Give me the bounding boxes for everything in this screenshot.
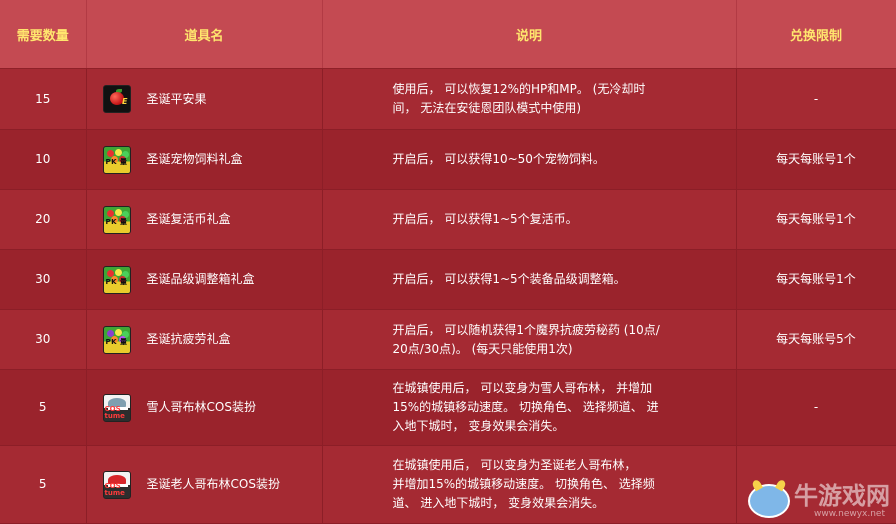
- item-name-cell: E 圣诞平安果: [86, 68, 323, 130]
- description-cell: 在城镇使用后， 可以变身为雪人哥布林， 并增加 15%的城镇移动速度。 切换角色…: [322, 369, 737, 446]
- item-name: 雪人哥布林COS装扮: [146, 400, 256, 414]
- limit-cell: -: [736, 68, 896, 130]
- site-watermark: 牛游戏网 www.newyx.net: [748, 483, 890, 519]
- apple-icon: E: [102, 85, 131, 113]
- item-name-cell: PK 量 圣诞抗疲劳礼盒: [86, 309, 323, 370]
- item-name: 圣诞老人哥布林COS装扮: [146, 477, 280, 491]
- description-line: 入地下城时， 变身效果会消失。: [392, 419, 565, 433]
- table-row: 30 PK 量 圣诞品级调整箱礼盒 开启后， 可以获得1~5个装备品级调整箱。 …: [0, 249, 896, 310]
- description-line: 在城镇使用后， 可以变身为圣诞老人哥布林，: [392, 458, 637, 472]
- header-qty: 需要数量: [0, 0, 87, 69]
- item-name: 圣诞品级调整箱礼盒: [146, 272, 255, 286]
- table-row: 5 COS tume 雪人哥布林COS装扮 在城镇使用后， 可以变身为雪人哥布林…: [0, 369, 896, 446]
- qty-cell: 5: [0, 445, 87, 524]
- description-line: 开启后， 可以获得10~50个宠物饲料。: [392, 152, 605, 166]
- item-name: 圣诞抗疲劳礼盒: [146, 332, 231, 346]
- cow-logo-icon: [748, 484, 790, 518]
- qty-cell: 30: [0, 249, 87, 310]
- qty-cell: 5: [0, 369, 87, 446]
- description-line: 并增加15%的城镇移动速度。 切换角色、 选择频: [392, 477, 655, 491]
- table-row: 10 PK 量 圣诞宠物饲料礼盒 开启后， 可以获得10~50个宠物饲料。 每天…: [0, 129, 896, 190]
- table-row: 30 PK 量 圣诞抗疲劳礼盒 开启后， 可以随机获得1个魔界抗疲劳秘药 (10…: [0, 309, 896, 370]
- description-cell: 在城镇使用后， 可以变身为圣诞老人哥布林， 并增加15%的城镇移动速度。 切换角…: [322, 445, 737, 524]
- limit-cell: 每天每账号1个: [736, 189, 896, 250]
- description-line: 20点/30点)。 (每天只能使用1次): [392, 341, 573, 356]
- item-name-cell: PK 量 圣诞复活币礼盒: [86, 189, 323, 250]
- table-header-row: 需要数量 道具名 说明 兑换限制: [0, 0, 896, 69]
- gift-box-icon: PK 量: [102, 205, 131, 234]
- limit-cell: 每天每账号1个: [736, 249, 896, 310]
- description-cell: 开启后， 可以获得10~50个宠物饲料。: [322, 129, 737, 190]
- exchange-table: 需要数量 道具名 说明 兑换限制 15 E 圣诞平安果 使用后， 可以恢复12%…: [0, 0, 896, 524]
- item-name: 圣诞平安果: [146, 91, 207, 106]
- description-line: 使用后， 可以恢复12%的HP和MP。 (无冷却时: [392, 82, 646, 96]
- description-line: 开启后， 可以获得1~5个复活币。: [392, 212, 578, 226]
- watermark-text: 牛游戏网: [794, 482, 890, 510]
- gift-box-icon: PK 量: [102, 145, 131, 174]
- description-cell: 使用后， 可以恢复12%的HP和MP。 (无冷却时 间， 无法在安徒恩团队模式中…: [322, 68, 737, 130]
- description-line: 道、 进入地下城时， 变身效果会消失。: [392, 496, 605, 510]
- description-cell: 开启后， 可以随机获得1个魔界抗疲劳秘药 (10点/ 20点/30点)。 (每天…: [322, 309, 737, 370]
- header-description: 说明: [322, 0, 737, 69]
- limit-cell: -: [736, 369, 896, 446]
- description-line: 在城镇使用后， 可以变身为雪人哥布林， 并增加: [392, 381, 653, 395]
- description-cell: 开启后， 可以获得1~5个复活币。: [322, 189, 737, 250]
- qty-cell: 15: [0, 68, 87, 130]
- qty-cell: 10: [0, 129, 87, 190]
- qty-cell: 30: [0, 309, 87, 370]
- costume-red-icon: COS tume: [102, 470, 131, 499]
- header-item-name: 道具名: [86, 0, 323, 69]
- gift-box-purple-icon: PK 量: [102, 325, 131, 354]
- costume-icon: COS tume: [102, 393, 131, 422]
- description-cell: 开启后， 可以获得1~5个装备品级调整箱。: [322, 249, 737, 310]
- description-line: 开启后， 可以随机获得1个魔界抗疲劳秘药 (10点/: [392, 322, 660, 337]
- description-line: 开启后， 可以获得1~5个装备品级调整箱。: [392, 272, 626, 286]
- gift-box-icon: PK 量: [102, 265, 131, 294]
- limit-cell: 每天每账号5个: [736, 309, 896, 370]
- item-name: 圣诞复活币礼盒: [146, 212, 231, 226]
- item-name-cell: COS tume 圣诞老人哥布林COS装扮: [86, 445, 323, 524]
- qty-cell: 20: [0, 189, 87, 250]
- item-name-cell: PK 量 圣诞宠物饲料礼盒: [86, 129, 323, 190]
- limit-cell: 每天每账号1个: [736, 129, 896, 190]
- description-line: 间， 无法在安徒恩团队模式中使用): [392, 101, 582, 115]
- item-name-cell: PK 量 圣诞品级调整箱礼盒: [86, 249, 323, 310]
- watermark-url: www.newyx.net: [814, 509, 886, 519]
- table-row: 15 E 圣诞平安果 使用后， 可以恢复12%的HP和MP。 (无冷却时 间， …: [0, 68, 896, 130]
- description-line: 15%的城镇移动速度。 切换角色、 选择频道、 进: [392, 400, 659, 414]
- header-exchange-limit: 兑换限制: [736, 0, 896, 69]
- item-name: 圣诞宠物饲料礼盒: [146, 152, 243, 166]
- table-row: 20 PK 量 圣诞复活币礼盒 开启后， 可以获得1~5个复活币。 每天每账号1…: [0, 189, 896, 250]
- item-name-cell: COS tume 雪人哥布林COS装扮: [86, 369, 323, 446]
